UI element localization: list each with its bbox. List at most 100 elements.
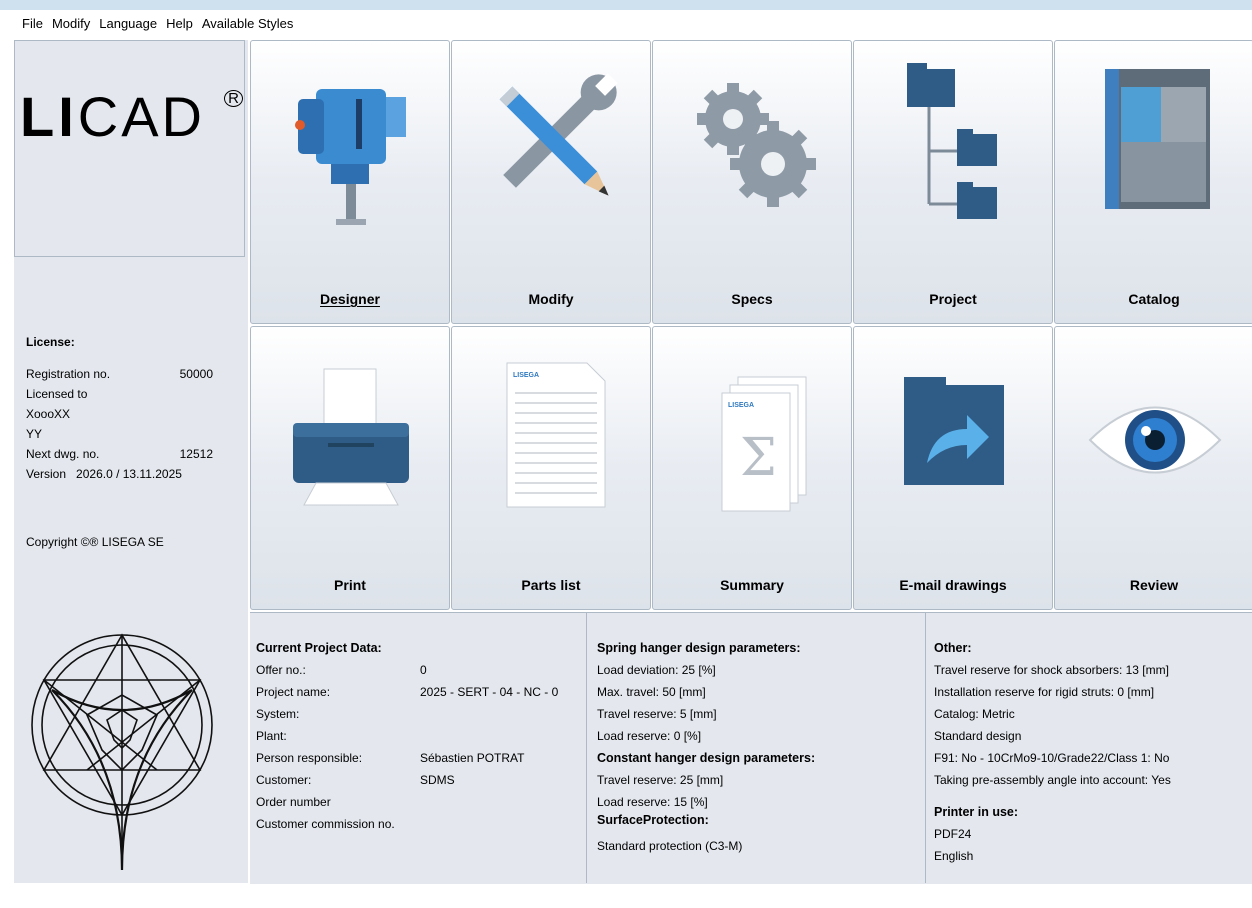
wrench-pencil-icon <box>499 73 618 196</box>
copyright: Copyright ©® LISEGA SE <box>26 535 164 549</box>
spring-hanger-section: Spring hanger design parameters: Load de… <box>597 637 921 908</box>
constant-load-reserve: Load reserve: 15 [%] <box>597 795 708 809</box>
email-drawings-label: E-mail drawings <box>899 577 1007 593</box>
plant-label: Plant: <box>256 729 287 743</box>
parts-list-label: Parts list <box>521 577 581 593</box>
designer-tile[interactable]: Designer <box>250 40 450 324</box>
project-row: Order number <box>256 791 582 813</box>
modify-tile[interactable]: Modify <box>451 40 651 324</box>
review-label: Review <box>1129 577 1179 593</box>
project-row: Offer no.: 0 <box>256 659 582 681</box>
printer-icon <box>293 368 409 506</box>
window-top-border <box>0 0 1252 10</box>
project-row: Customer commission no. <box>256 813 582 835</box>
registered-mark: R <box>224 90 243 107</box>
person-responsible-label: Person responsible: <box>256 751 363 765</box>
eye-icon <box>1088 406 1222 474</box>
other-line: Catalog: Metric <box>934 707 1015 721</box>
next-dwg-value: 12512 <box>179 447 213 461</box>
other-heading: Other: <box>934 641 972 655</box>
logo-li: LI <box>20 85 78 148</box>
max-travel: Max. travel: 50 [mm] <box>597 685 706 699</box>
print-label: Print <box>334 577 366 593</box>
modify-label: Modify <box>528 291 574 307</box>
catalog-book-icon <box>1105 69 1210 209</box>
project-row: Customer: SDMS <box>256 769 582 791</box>
license-info: License: Registration no. 50000 Licensed … <box>26 332 231 484</box>
gears-icon <box>697 83 816 207</box>
specs-tile[interactable]: Specs <box>652 40 852 324</box>
constant-travel-reserve: Travel reserve: 25 [mm] <box>597 773 724 787</box>
project-label: Project <box>929 291 977 307</box>
email-folder-arrow-icon <box>904 377 1004 485</box>
parts-list-document-icon: LISEGA <box>506 362 606 508</box>
function-tile-grid: Designer Modify Specs Project Catalog Pr… <box>250 40 1252 612</box>
summary-brand: LISEGA <box>728 402 754 409</box>
catalog-tile[interactable]: Catalog <box>1054 40 1252 324</box>
load-reserve: Load reserve: 0 [%] <box>597 729 702 743</box>
parts-list-tile[interactable]: LISEGA Parts list <box>451 326 651 610</box>
customer-label: Customer: <box>256 773 312 787</box>
other-line: Taking pre-assembly angle into account: … <box>934 773 1171 787</box>
divider <box>925 612 926 883</box>
license-heading: License: <box>26 335 75 349</box>
catalog-label: Catalog <box>1128 291 1180 307</box>
folder-tree-icon <box>907 63 997 219</box>
project-name-label: Project name: <box>256 685 331 699</box>
project-data-heading: Current Project Data: <box>256 641 382 655</box>
licensed-to-label: Licensed to <box>26 387 88 401</box>
version-value: 2026.0 / 13.11.2025 <box>76 467 182 481</box>
hanger-device-icon <box>295 89 406 225</box>
print-tile[interactable]: Print <box>250 326 450 610</box>
project-row: Plant: <box>256 725 582 747</box>
menu-bar: File Modify Language Help Available Styl… <box>22 16 302 31</box>
other-line: Standard design <box>934 729 1022 743</box>
person-responsible-value: Sébastien POTRAT <box>420 751 525 765</box>
customer-commission-label: Customer commission no. <box>256 817 395 831</box>
svg-text:Σ: Σ <box>740 428 777 488</box>
licensee-line-1: XoooXX <box>26 407 71 421</box>
next-dwg-label: Next dwg. no. <box>26 447 100 461</box>
travel-reserve: Travel reserve: 5 [mm] <box>597 707 717 721</box>
divider <box>586 612 587 883</box>
email-drawings-tile[interactable]: E-mail drawings <box>853 326 1053 610</box>
menu-file[interactable]: File <box>22 16 43 31</box>
spring-hanger-heading: Spring hanger design parameters: <box>597 641 801 655</box>
menu-available-styles[interactable]: Available Styles <box>202 16 294 31</box>
logo-cad: CAD <box>77 85 205 148</box>
system-label: System: <box>256 707 300 721</box>
other-line: Installation reserve for rigid struts: 0… <box>934 685 1155 699</box>
constant-hanger-heading: Constant hanger design parameters: <box>597 751 816 765</box>
version-label: Version <box>26 467 67 481</box>
registration-label: Registration no. <box>26 367 111 381</box>
menu-language[interactable]: Language <box>99 16 157 31</box>
menu-modify[interactable]: Modify <box>52 16 90 31</box>
summary-label: Summary <box>720 577 784 593</box>
load-deviation: Load deviation: 25 [%] <box>597 663 716 677</box>
project-row: Project name: 2025 - SERT - 04 - NC - 0 <box>256 681 582 703</box>
review-tile[interactable]: Review <box>1054 326 1252 610</box>
project-row: Person responsible: Sébastien POTRAT <box>256 747 582 769</box>
other-section: Other: Travel reserve for shock absorber… <box>934 637 1250 908</box>
summary-sigma-icon: LISEGA Σ <box>721 376 807 512</box>
menu-help[interactable]: Help <box>166 16 193 31</box>
project-tile[interactable]: Project <box>853 40 1053 324</box>
project-data-section: Current Project Data: Offer no.: 0 Projec… <box>256 637 582 877</box>
designer-label: Designer <box>320 291 380 307</box>
offer-no-value: 0 <box>420 663 427 677</box>
language-value: English <box>934 849 974 863</box>
printer-heading: Printer in use: <box>934 805 1019 819</box>
order-number-label: Order number <box>256 795 331 809</box>
project-name-value: 2025 - SERT - 04 - NC - 0 <box>420 685 559 699</box>
registration-value: 50000 <box>179 367 213 381</box>
lisega-emblem-icon <box>31 633 213 871</box>
project-row: System: <box>256 703 582 725</box>
customer-value: SDMS <box>420 773 455 787</box>
other-line: Travel reserve for shock absorbers: 13 [… <box>934 663 1169 677</box>
licad-logo: LICAD R <box>20 84 243 149</box>
summary-tile[interactable]: LISEGA Σ Summary <box>652 326 852 610</box>
other-line: F91: No - 10CrMo9-10/Grade22/Class 1: No <box>934 751 1170 765</box>
specs-label: Specs <box>731 291 773 307</box>
printer-value: PDF24 <box>934 827 972 841</box>
licensee-line-2: YY <box>26 427 43 441</box>
